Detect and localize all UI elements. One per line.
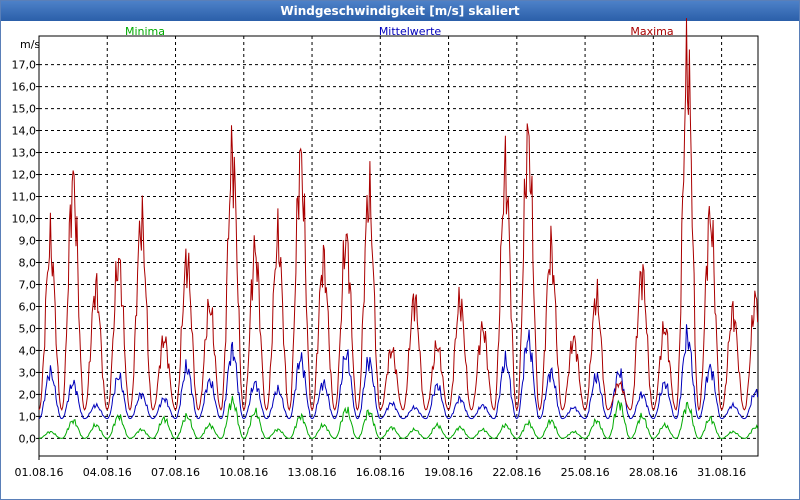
y-tick-label: 13,0 — [12, 147, 37, 160]
x-tick-label: 04.08.16 — [83, 466, 132, 479]
x-tick-label: 13.08.16 — [288, 466, 337, 479]
series-minima-line — [38, 395, 759, 439]
y-tick-label: 5,0 — [19, 322, 37, 335]
y-tick-label: 6,0 — [19, 300, 37, 313]
y-tick-label: 10,0 — [12, 213, 37, 226]
legend-maxima: Maxima — [630, 25, 673, 38]
legend-mittelwerte: Mittelwerte — [379, 25, 442, 38]
y-tick-label: 0,0 — [19, 432, 37, 445]
y-tick-label: 15,0 — [12, 103, 37, 116]
x-tick-label: 07.08.16 — [151, 466, 200, 479]
series-mittelwerte-line — [38, 324, 759, 420]
x-tick-label: 28.08.16 — [629, 466, 678, 479]
y-tick-label: 9,0 — [19, 235, 37, 248]
series-maxima-line — [38, 18, 759, 412]
x-tick-label: 31.08.16 — [697, 466, 746, 479]
x-tick-label: 25.08.16 — [561, 466, 610, 479]
x-tick-label: 01.08.16 — [15, 466, 64, 479]
x-tick-label: 10.08.16 — [219, 466, 268, 479]
y-tick-label: 2,0 — [19, 388, 37, 401]
x-tick-label: 19.08.16 — [424, 466, 473, 479]
series-lines — [38, 18, 759, 439]
y-axis-label: m/s — [20, 38, 40, 51]
y-tick-label: 3,0 — [19, 366, 37, 379]
y-tick-label: 7,0 — [19, 278, 37, 291]
x-axis: 01.08.16 04.08.16 07.08.16 10.08.16 13.08.16… — [15, 456, 746, 479]
y-tick-label: 8,0 — [19, 256, 37, 269]
legend-minima: Minima — [125, 25, 165, 38]
y-tick-label: 4,0 — [19, 344, 37, 357]
y-tick-label: 11,0 — [12, 191, 37, 204]
wind-speed-chart: 0,0 1,0 2,0 3,0 4,0 5,0 6,0 7,0 8,0 9,0 10,0 11,0 12… — [12, 18, 759, 479]
y-tick-label: 1,0 — [19, 410, 37, 423]
y-tick-label: 17,0 — [12, 59, 37, 72]
y-tick-label: 14,0 — [12, 125, 37, 138]
y-tick-label: 16,0 — [12, 81, 37, 94]
x-tick-label: 22.08.16 — [492, 466, 541, 479]
y-tick-label: 12,0 — [12, 169, 37, 182]
x-tick-label: 16.08.16 — [356, 466, 405, 479]
y-axis: 0,0 1,0 2,0 3,0 4,0 5,0 6,0 7,0 8,0 9,0 10,0 11,0 12… — [12, 59, 39, 445]
